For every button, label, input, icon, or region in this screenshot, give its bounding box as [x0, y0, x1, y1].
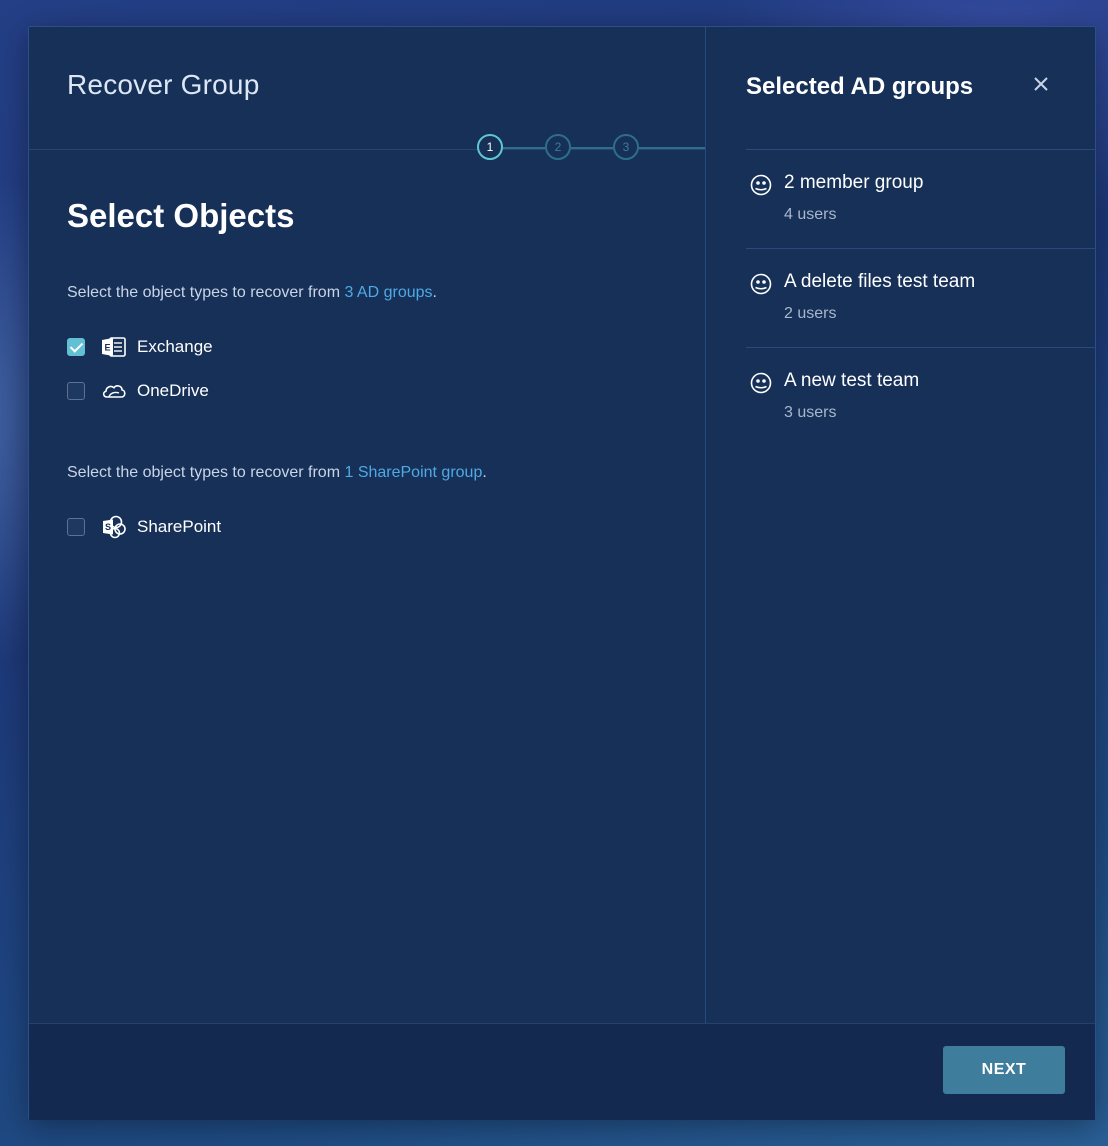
- step-2: 2: [545, 134, 571, 160]
- sharepoint-label: SharePoint: [137, 517, 222, 536]
- ad-groups-link[interactable]: 3 AD groups: [344, 284, 432, 301]
- step-connector: [503, 147, 545, 149]
- sp-instruction: Select the object types to recover from …: [67, 464, 487, 482]
- close-button[interactable]: [1028, 71, 1054, 97]
- group-item: A delete files test team 2 users: [746, 248, 1096, 347]
- dialog-footer: NEXT: [29, 1023, 1095, 1120]
- sharepoint-group-link[interactable]: 1 SharePoint group: [344, 464, 482, 481]
- sharepoint-checkbox[interactable]: [67, 518, 85, 536]
- group-name: 2 member group: [784, 172, 924, 193]
- dialog-title: Recover Group: [67, 69, 260, 100]
- exchange-label: Exchange: [137, 337, 213, 356]
- svg-text:S: S: [105, 522, 111, 532]
- group-user-count: 3 users: [784, 404, 837, 421]
- sp-instruction-text: Select the object types to recover from: [67, 464, 345, 481]
- panel-title: Selected AD groups: [746, 73, 974, 100]
- sharepoint-icon: S: [101, 515, 127, 539]
- stepper: 1 2 3: [477, 134, 707, 164]
- exchange-icon: E: [101, 335, 127, 359]
- group-name: A new test team: [784, 370, 920, 391]
- recover-group-dialog: Recover Group 1 2 3 Select Objects Selec…: [28, 26, 1096, 1120]
- main-pane: Recover Group 1 2 3 Select Objects Selec…: [29, 27, 705, 1023]
- group-name: A delete files test team: [784, 271, 976, 292]
- step-connector-tail: [639, 147, 705, 149]
- selected-groups-panel: Selected AD groups 2 member group 4 user…: [705, 27, 1096, 1023]
- ad-instruction-suffix: .: [432, 284, 437, 301]
- ad-instruction: Select the object types to recover from …: [67, 284, 437, 302]
- close-icon: [1034, 77, 1048, 91]
- group-user-count: 4 users: [784, 206, 837, 223]
- onedrive-label: OneDrive: [137, 381, 209, 400]
- group-icon: [750, 273, 772, 295]
- sp-instruction-suffix: .: [482, 464, 487, 481]
- option-onedrive[interactable]: OneDrive: [67, 379, 209, 403]
- step-3: 3: [613, 134, 639, 160]
- ad-instruction-text: Select the object types to recover from: [67, 284, 345, 301]
- group-item: 2 member group 4 users: [746, 149, 1096, 248]
- step-1: 1: [477, 134, 503, 160]
- group-icon: [750, 174, 772, 196]
- group-item: A new test team 3 users: [746, 347, 1096, 446]
- onedrive-checkbox[interactable]: [67, 382, 85, 400]
- svg-text:E: E: [104, 343, 110, 353]
- section-heading: Select Objects: [67, 197, 295, 234]
- next-button[interactable]: NEXT: [943, 1046, 1065, 1094]
- group-user-count: 2 users: [784, 305, 837, 322]
- exchange-checkbox[interactable]: [67, 338, 85, 356]
- option-sharepoint[interactable]: S SharePoint: [67, 515, 221, 539]
- group-list: 2 member group 4 users A delete files te…: [746, 149, 1096, 446]
- group-icon: [750, 372, 772, 394]
- onedrive-icon: [101, 379, 127, 403]
- step-connector: [571, 147, 613, 149]
- option-exchange[interactable]: E Exchange: [67, 335, 213, 359]
